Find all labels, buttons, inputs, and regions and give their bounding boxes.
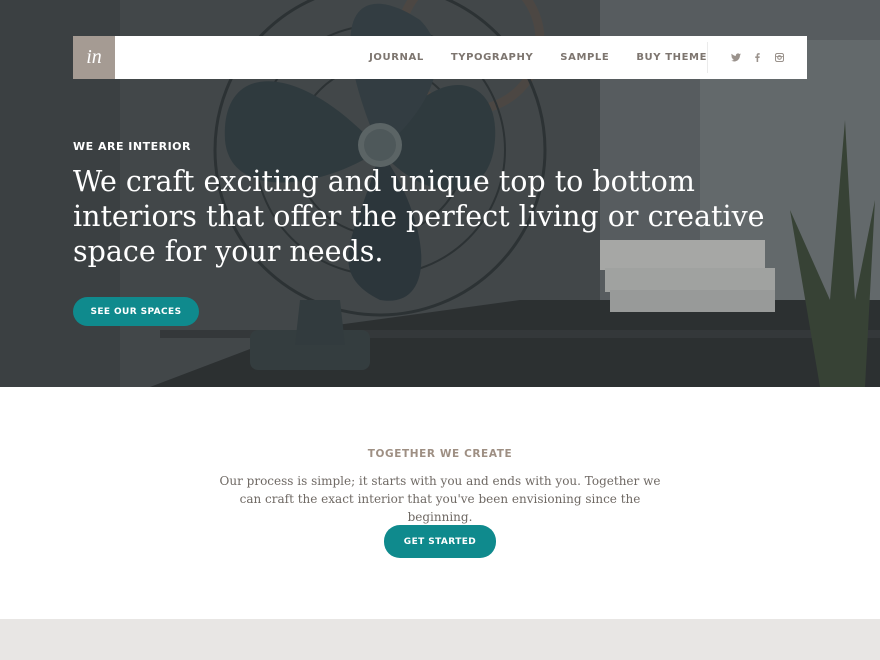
site-logo[interactable]: in — [73, 36, 115, 79]
nav-link-sample[interactable]: SAMPLE — [560, 52, 609, 63]
hero-kicker: WE ARE INTERIOR — [73, 140, 192, 153]
main-nav: JOURNAL TYPOGRAPHY SAMPLE BUY THEME — [342, 36, 707, 79]
section-title: TOGETHER WE CREATE — [367, 448, 513, 460]
instagram-icon[interactable] — [774, 52, 785, 63]
nav-link-buy-theme[interactable]: BUY THEME — [636, 52, 707, 63]
hero-headline: We craft exciting and unique top to bott… — [73, 165, 765, 268]
nav-link-journal[interactable]: JOURNAL — [369, 52, 424, 63]
section-description: Our process is simple; it starts with yo… — [219, 474, 661, 524]
logo-text: in — [86, 46, 102, 68]
twitter-icon[interactable] — [730, 52, 741, 63]
nav-link-typography[interactable]: TYPOGRAPHY — [451, 52, 533, 63]
next-section-band — [0, 619, 880, 660]
social-links — [719, 36, 785, 79]
top-navbar: in JOURNAL TYPOGRAPHY SAMPLE BUY THEME — [73, 36, 807, 79]
facebook-icon[interactable] — [752, 52, 763, 63]
get-started-button[interactable]: GET STARTED — [384, 525, 496, 558]
nav-divider — [707, 42, 708, 73]
see-our-spaces-button[interactable]: SEE OUR SPACES — [73, 297, 199, 326]
